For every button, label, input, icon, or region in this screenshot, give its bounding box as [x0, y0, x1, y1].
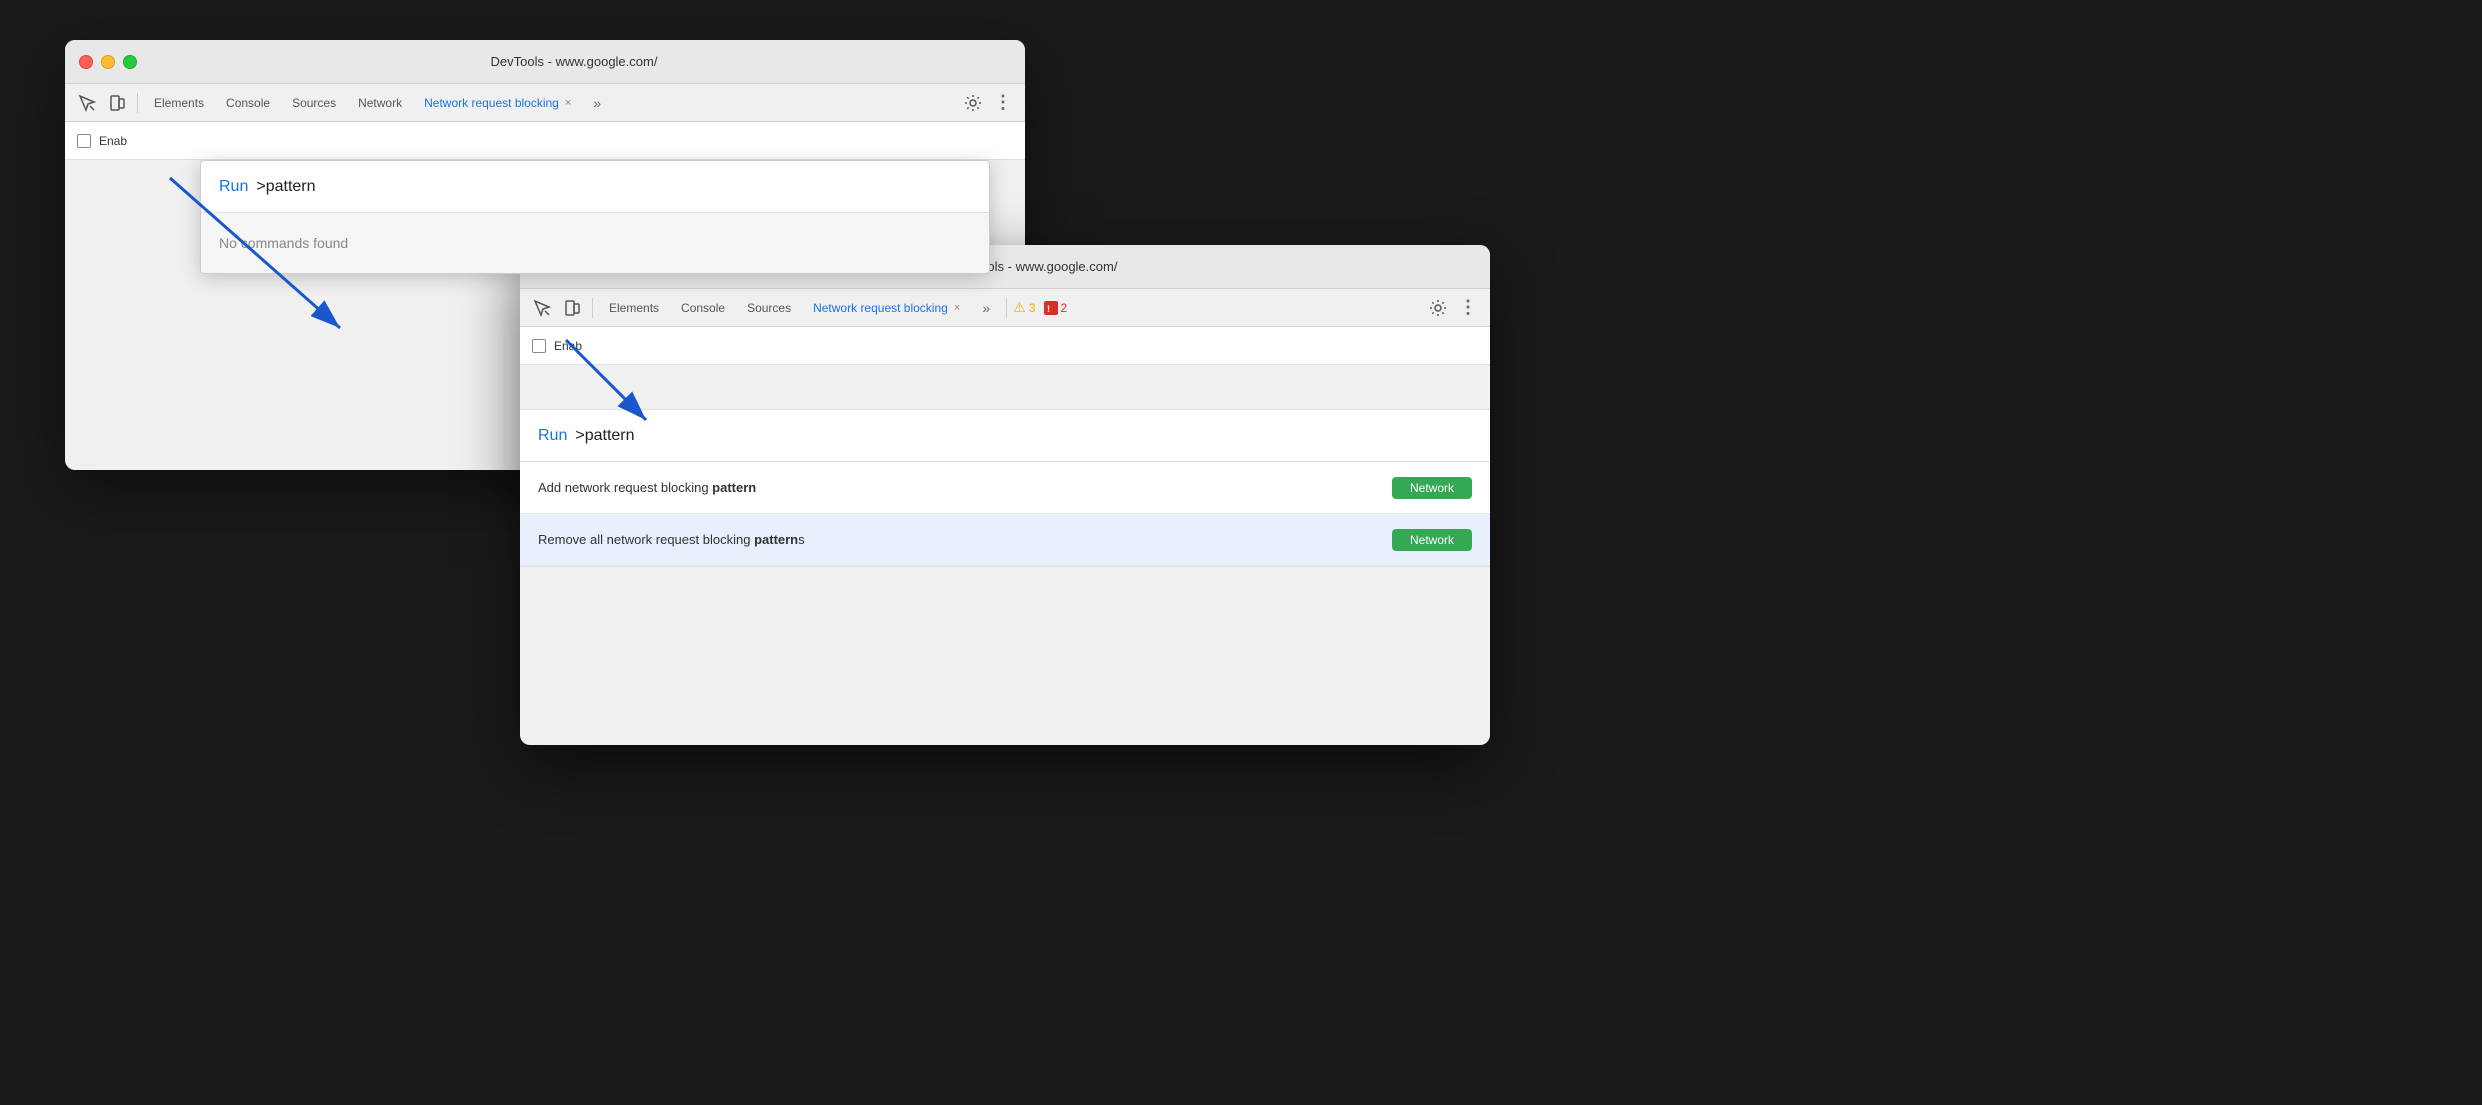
- tab-network-1[interactable]: Network: [348, 89, 412, 117]
- cmd-result-row-2[interactable]: Remove all network request blocking patt…: [520, 514, 1490, 566]
- enable-row-1: Enab: [65, 122, 1025, 160]
- tab-sources-2[interactable]: Sources: [737, 294, 801, 322]
- command-palette-2: Run >pattern Add network request blockin…: [520, 409, 1490, 567]
- tab-network-request-blocking-1[interactable]: Network request blocking ×: [414, 89, 581, 117]
- window-content-1: Enab Run >pattern No commands found: [65, 122, 1025, 160]
- minimize-button-1[interactable]: [101, 55, 115, 69]
- toolbar-separator: [137, 93, 138, 113]
- devtools-toolbar-1: Elements Console Sources Network Network…: [65, 84, 1025, 122]
- cmd-input-row-1: Run >pattern: [201, 161, 989, 213]
- device-icon[interactable]: [103, 89, 131, 117]
- close-button-1[interactable]: [79, 55, 93, 69]
- toolbar-separator-3: [1006, 298, 1007, 318]
- gear-icon-1[interactable]: [959, 89, 987, 117]
- inspect-icon-2[interactable]: [528, 294, 556, 322]
- titlebar-1: DevTools - www.google.com/: [65, 40, 1025, 84]
- maximize-button-1[interactable]: [123, 55, 137, 69]
- cmd-result-text-1: Add network request blocking pattern: [538, 480, 1384, 495]
- svg-text:!: !: [1047, 304, 1050, 314]
- tab-elements-2[interactable]: Elements: [599, 294, 669, 322]
- cmd-input-row-2: Run >pattern: [520, 410, 1490, 462]
- tab-console-2[interactable]: Console: [671, 294, 735, 322]
- menu-icon-2[interactable]: ⋮: [1454, 294, 1482, 322]
- traffic-lights-1: [79, 55, 137, 69]
- window-title-1: DevTools - www.google.com/: [137, 54, 1011, 69]
- error-badge: ! 2: [1044, 301, 1068, 315]
- devtools-window-2: DevTools - www.google.com/ Elements Cons…: [520, 245, 1490, 745]
- enable-label-1: Enab: [99, 134, 127, 148]
- cmd-result-text-2: Remove all network request blocking patt…: [538, 532, 1384, 547]
- error-count: 2: [1061, 301, 1068, 315]
- warning-badge: ⚠ 3: [1013, 299, 1035, 316]
- cmd-run-label-1: Run: [219, 178, 248, 196]
- command-palette-1: Run >pattern No commands found: [200, 160, 990, 274]
- tab-close-icon-2[interactable]: ×: [954, 302, 960, 314]
- inspect-icon[interactable]: [73, 89, 101, 117]
- gear-icon-2[interactable]: [1424, 294, 1452, 322]
- tab-elements-1[interactable]: Elements: [144, 89, 214, 117]
- cmd-input-text-1[interactable]: >pattern: [256, 178, 315, 196]
- warning-count: 3: [1029, 301, 1036, 315]
- warning-icon: ⚠: [1013, 299, 1026, 316]
- cmd-result-row-1[interactable]: Add network request blocking pattern Net…: [520, 462, 1490, 514]
- toolbar-separator-2: [592, 298, 593, 318]
- cmd-run-label-2: Run: [538, 427, 567, 445]
- cmd-no-results-1: No commands found: [201, 213, 989, 273]
- cmd-input-text-2[interactable]: >pattern: [575, 427, 634, 445]
- enable-checkbox-1[interactable]: [77, 134, 91, 148]
- more-tabs-icon-2[interactable]: »: [972, 294, 1000, 322]
- cmd-result-badge-2: Network: [1392, 529, 1472, 551]
- devtools-toolbar-2: Elements Console Sources Network request…: [520, 289, 1490, 327]
- enable-checkbox-2[interactable]: [532, 339, 546, 353]
- tab-network-request-blocking-2[interactable]: Network request blocking ×: [803, 294, 970, 322]
- error-icon: !: [1044, 301, 1058, 315]
- enable-label-2: Enab: [554, 339, 582, 353]
- tab-sources-1[interactable]: Sources: [282, 89, 346, 117]
- tab-console-1[interactable]: Console: [216, 89, 280, 117]
- more-tabs-icon-1[interactable]: »: [583, 89, 611, 117]
- device-icon-2[interactable]: [558, 294, 586, 322]
- tab-close-icon-1[interactable]: ×: [565, 97, 571, 109]
- menu-icon-1[interactable]: ⋮: [989, 89, 1017, 117]
- enable-row-2: Enab: [520, 327, 1490, 365]
- cmd-result-badge-1: Network: [1392, 477, 1472, 499]
- window-2-content: Enab Run >pattern Add network request bl…: [520, 327, 1490, 365]
